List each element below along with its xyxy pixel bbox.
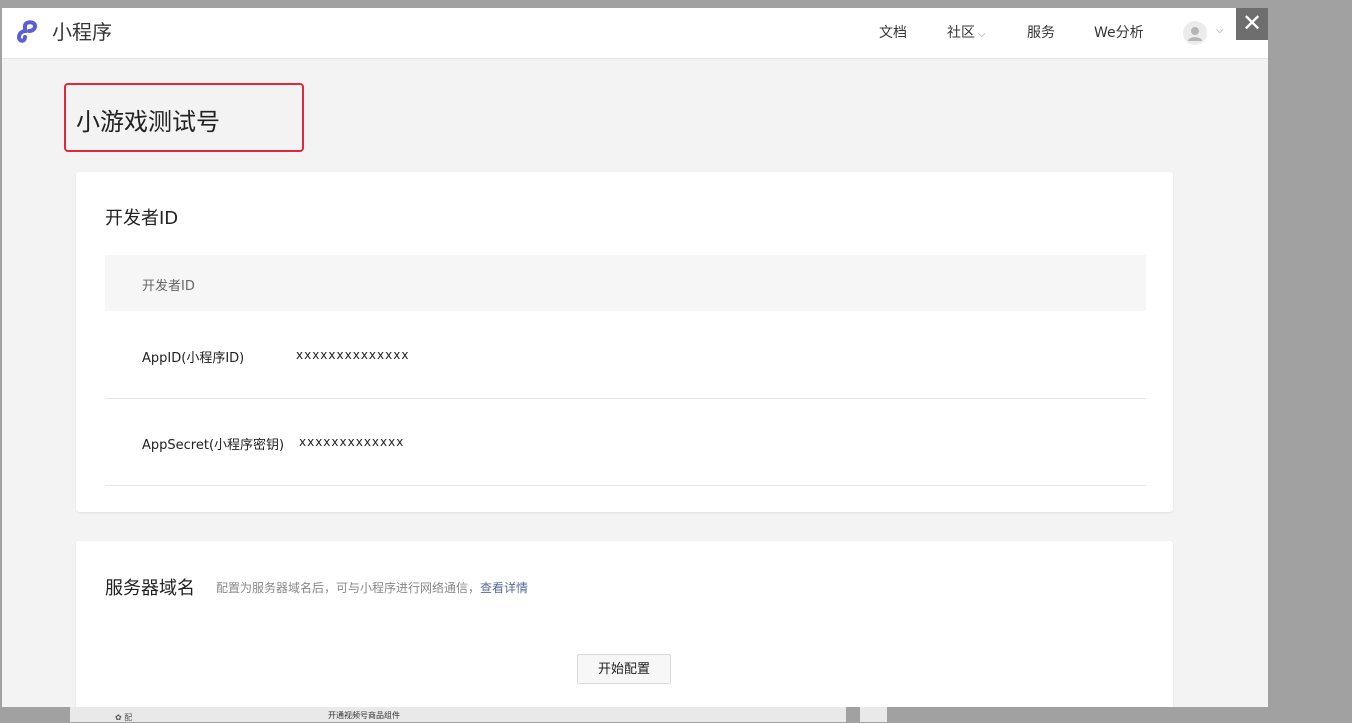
background-page-fragment xyxy=(860,707,887,722)
developer-id-section-title: 开发者ID xyxy=(105,208,179,229)
background-text: ✿ 配 xyxy=(115,713,133,722)
user-avatar[interactable] xyxy=(1183,21,1207,45)
background-text: 开通视频号商品组件 xyxy=(328,711,400,720)
appsecret-label: AppSecret(小程序密钥) xyxy=(142,438,285,453)
background-page xyxy=(70,707,846,722)
mini-program-logo-icon xyxy=(16,19,38,43)
server-domain-description: 配置为服务器域名后，可与小程序进行网络通信，查看详情 xyxy=(216,579,528,596)
nav-community[interactable]: 社区 ⌵ xyxy=(947,22,986,42)
top-navigation-bar: 小程序 文档 社区 ⌵ 服务 We分析 ⌵ xyxy=(2,8,1268,59)
table-row: AppID(小程序ID) xxxxxxxxxxxxxx xyxy=(105,311,1146,399)
appsecret-value[interactable]: xxxxxxxxxxxxx xyxy=(299,435,404,449)
logo[interactable]: 小程序 xyxy=(16,16,112,45)
nav-docs[interactable]: 文档 xyxy=(879,22,907,42)
appid-value[interactable]: xxxxxxxxxxxxxx xyxy=(296,348,409,362)
app-window: 小程序 文档 社区 ⌵ 服务 We分析 ⌵ 小游戏测试号 开发者ID 开发者ID … xyxy=(2,8,1268,707)
server-description-text: 配置为服务器域名后，可与小程序进行网络通信， xyxy=(216,581,481,595)
table-row: AppSecret(小程序密钥) xxxxxxxxxxxxx xyxy=(105,398,1146,486)
appid-label: AppID(小程序ID) xyxy=(142,351,245,366)
nav-community-label: 社区 xyxy=(947,25,975,41)
nav-analytics[interactable]: We分析 xyxy=(1094,22,1144,42)
developer-id-card: 开发者ID 开发者ID AppID(小程序ID) xxxxxxxxxxxxxx … xyxy=(76,172,1173,512)
table-header-label: 开发者ID xyxy=(142,279,195,294)
table-header: 开发者ID xyxy=(105,255,1146,311)
chevron-down-icon: ⌵ xyxy=(978,29,986,40)
nav-services[interactable]: 服务 xyxy=(1027,22,1055,42)
page-title: 小游戏测试号 xyxy=(76,108,220,136)
close-button[interactable]: ✕ xyxy=(1236,8,1268,40)
app-name: 小程序 xyxy=(52,20,112,44)
start-configure-button[interactable]: 开始配置 xyxy=(577,654,671,684)
chevron-down-icon[interactable]: ⌵ xyxy=(1216,25,1224,36)
view-details-link[interactable]: 查看详情 xyxy=(480,581,528,595)
user-icon xyxy=(1188,27,1202,41)
server-domain-title: 服务器域名 xyxy=(105,578,195,599)
server-domain-card: 服务器域名 配置为服务器域名后，可与小程序进行网络通信，查看详情 开始配置 xyxy=(76,541,1173,707)
